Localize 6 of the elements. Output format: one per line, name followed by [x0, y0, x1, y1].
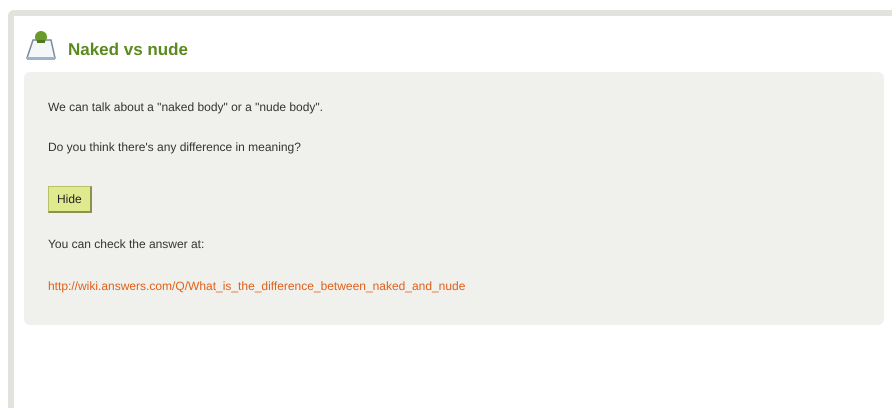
question-text: Do you think there's any difference in meaning? — [48, 140, 302, 154]
page-title: Naked vs nude — [68, 40, 188, 60]
easel-icon — [24, 28, 58, 62]
question-text: We can talk about a "naked body" or a "nude body". — [48, 100, 324, 114]
hide-button[interactable]: Hide — [48, 186, 92, 213]
answer-text: You can check the answer at: — [48, 237, 206, 251]
